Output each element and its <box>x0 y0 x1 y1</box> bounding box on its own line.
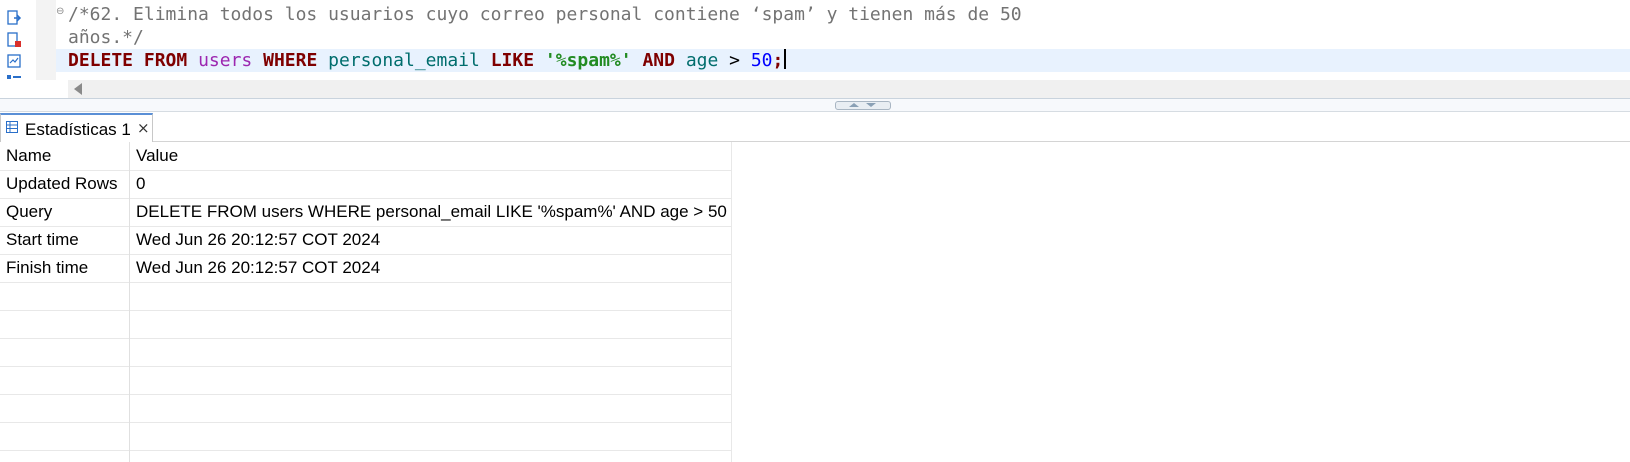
cell-value[interactable]: 0 <box>136 170 145 198</box>
minimize-down-icon[interactable] <box>866 103 876 107</box>
code-token: ; <box>772 50 784 71</box>
sql-editor[interactable]: ⊖ /*62. Elimina todos los usuarios cuyo … <box>0 0 1630 86</box>
code-token: /*62. Elimina todos los usuarios cuyo co… <box>68 4 1022 25</box>
cell-value[interactable]: Wed Jun 26 20:12:57 COT 2024 <box>136 226 380 254</box>
cell-name[interactable]: Query <box>6 198 52 226</box>
panel-splitter[interactable] <box>0 98 1630 112</box>
column-divider <box>129 142 130 462</box>
scroll-left-arrow-icon[interactable] <box>74 83 82 95</box>
code-token: age <box>685 50 719 71</box>
fold-collapse-icon[interactable]: ⊖ <box>56 6 68 18</box>
table-grid-icon <box>6 121 18 133</box>
code-line[interactable]: años.*/ <box>68 26 1022 49</box>
tab-estadisticas[interactable]: Estadísticas 1 × <box>0 113 153 142</box>
cell-value[interactable]: Wed Jun 26 20:12:57 COT 2024 <box>136 254 380 282</box>
code-token: años.*/ <box>68 27 144 48</box>
code-token: personal_email <box>328 50 480 71</box>
code-line[interactable]: DELETE FROM users WHERE personal_email L… <box>68 49 1022 72</box>
column-header-name[interactable]: Name <box>6 142 51 170</box>
tab-label: Estadísticas 1 <box>25 120 131 139</box>
code-token: 50 <box>750 50 773 71</box>
table-row[interactable] <box>0 338 732 367</box>
code-line[interactable]: /*62. Elimina todos los usuarios cuyo co… <box>68 3 1022 26</box>
execute-script-icon[interactable] <box>6 10 22 26</box>
table-row[interactable] <box>0 394 732 423</box>
code-token: LIKE <box>490 50 535 71</box>
table-row[interactable] <box>0 366 732 395</box>
close-icon[interactable]: × <box>137 119 150 137</box>
explain-plan-icon[interactable] <box>6 53 22 69</box>
statistics-grid: Name Value Updated Rows 0 Query DELETE FROM u… <box>0 142 1630 462</box>
code-token: > <box>718 50 751 71</box>
maximize-up-icon[interactable] <box>849 103 859 107</box>
table-row[interactable] <box>0 422 732 451</box>
grid-header-row[interactable]: Name Value <box>0 142 732 171</box>
table-row[interactable]: Start time Wed Jun 26 20:12:57 COT 2024 <box>0 226 732 255</box>
cell-name[interactable]: Start time <box>6 226 79 254</box>
column-header-value[interactable]: Value <box>136 142 178 170</box>
code-token: WHERE <box>263 50 318 71</box>
code-token: '%spam%' <box>544 50 632 71</box>
cell-value[interactable]: DELETE FROM users WHERE personal_email L… <box>136 198 727 226</box>
code-token: FROM <box>143 50 188 71</box>
execute-file-icon[interactable] <box>6 32 22 48</box>
splitter-handle[interactable] <box>835 101 891 110</box>
table-row[interactable]: Query DELETE FROM users WHERE personal_em… <box>0 198 732 227</box>
code-text[interactable]: /*62. Elimina todos los usuarios cuyo co… <box>68 3 1022 72</box>
table-row[interactable]: Finish time Wed Jun 26 20:12:57 COT 2024 <box>0 254 732 283</box>
line-number-gutter <box>36 0 56 80</box>
results-tab-bar: Estadísticas 1 × <box>0 112 1630 142</box>
code-token: users <box>198 50 253 71</box>
column-divider <box>731 142 732 462</box>
code-token: AND <box>642 50 675 71</box>
table-row[interactable] <box>0 282 732 311</box>
cell-name[interactable]: Updated Rows <box>6 170 118 198</box>
scroll-spacer <box>0 80 68 98</box>
code-token: DELETE <box>68 50 134 71</box>
table-row[interactable]: Updated Rows 0 <box>0 170 732 199</box>
editor-horizontal-scrollbar[interactable] <box>68 80 1630 98</box>
cell-name[interactable]: Finish time <box>6 254 88 282</box>
table-row[interactable] <box>0 310 732 339</box>
text-caret <box>784 49 787 69</box>
editor-side-toolbar <box>0 0 36 86</box>
